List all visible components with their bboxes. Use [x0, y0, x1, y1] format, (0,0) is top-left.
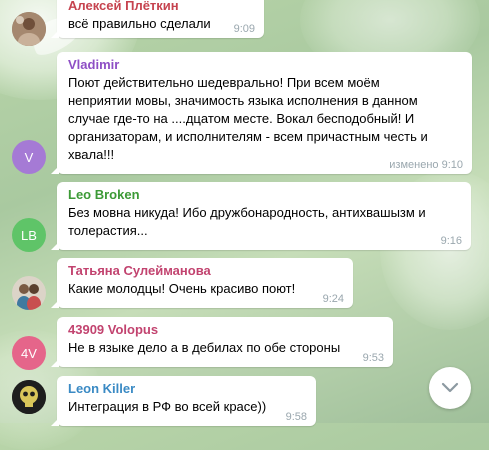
avatar[interactable]: V: [12, 140, 46, 174]
sender-name[interactable]: Leo Broken: [68, 187, 461, 203]
avatar-initials: V: [24, 149, 34, 165]
message-text: Не в языке дело а в дебилах по обе сторо…: [68, 340, 341, 355]
avatar-initials: LB: [21, 227, 37, 243]
sender-name[interactable]: 43909 Volopus: [68, 322, 383, 338]
message-text: Поют действительно шедеврально! При всем…: [68, 74, 462, 164]
avatar-initials: 4V: [21, 345, 37, 361]
message-time: 9:16: [440, 235, 462, 247]
message-text: Какие молодцы! Очень красиво поют!: [68, 281, 296, 296]
avatar[interactable]: [12, 276, 46, 310]
sender-name[interactable]: Leon Killer: [68, 381, 306, 397]
message-bubble[interactable]: 43909 Volopus Не в языке дело а в дебила…: [51, 317, 393, 367]
message-time: 9:09: [233, 23, 255, 35]
message-bubble[interactable]: Vladimir Поют действительно шедеврально!…: [51, 52, 472, 174]
message-time: изменено 9:10: [389, 159, 463, 171]
message-line: случае где-то на ....дцатом месте. Вокал…: [68, 111, 415, 126]
message-text: Интеграция в РФ во всей красе)): [68, 399, 267, 414]
avatar[interactable]: [12, 380, 46, 414]
message-bubble[interactable]: Татьяна Сулейманова Какие молодцы! Очень…: [51, 258, 353, 308]
avatar[interactable]: 4V: [12, 336, 46, 370]
message-bubble[interactable]: Алексей Плёткин всё правильно сделали 9:…: [51, 0, 264, 38]
message-line: Поют действительно шедеврально! При всем…: [68, 75, 380, 90]
sender-name[interactable]: Татьяна Сулейманова: [68, 263, 343, 279]
message-line: толерастия...: [68, 223, 148, 238]
message-bubble[interactable]: Leo Broken Без мовна никуда! Ибо дружбон…: [51, 182, 471, 250]
user-photo-icon: [12, 276, 46, 310]
avatar[interactable]: [12, 12, 46, 46]
sender-name[interactable]: Алексей Плёткин: [68, 0, 254, 14]
message-time: 9:24: [322, 293, 344, 305]
scroll-down-button[interactable]: [429, 367, 471, 409]
message-line: неприятии мовы, значимость языка исполне…: [68, 93, 418, 108]
message-time: 9:53: [362, 352, 384, 364]
skull-photo-icon: [12, 380, 46, 414]
sender-name[interactable]: Vladimir: [68, 57, 462, 73]
message-text: всё правильно сделали: [68, 16, 211, 31]
user-photo-icon: [12, 12, 46, 46]
message-bubble[interactable]: Leon Killer Интеграция в РФ во всей крас…: [51, 376, 316, 426]
avatar[interactable]: LB: [12, 218, 46, 252]
message-time: 9:58: [285, 411, 307, 423]
message-line: Без мовна никуда! Ибо дружбонародность, …: [68, 205, 426, 220]
message-line: организаторам, и исполнителям - всем при…: [68, 129, 428, 144]
chevron-down-icon: [441, 382, 459, 393]
message-text: Без мовна никуда! Ибо дружбонародность, …: [68, 204, 461, 240]
